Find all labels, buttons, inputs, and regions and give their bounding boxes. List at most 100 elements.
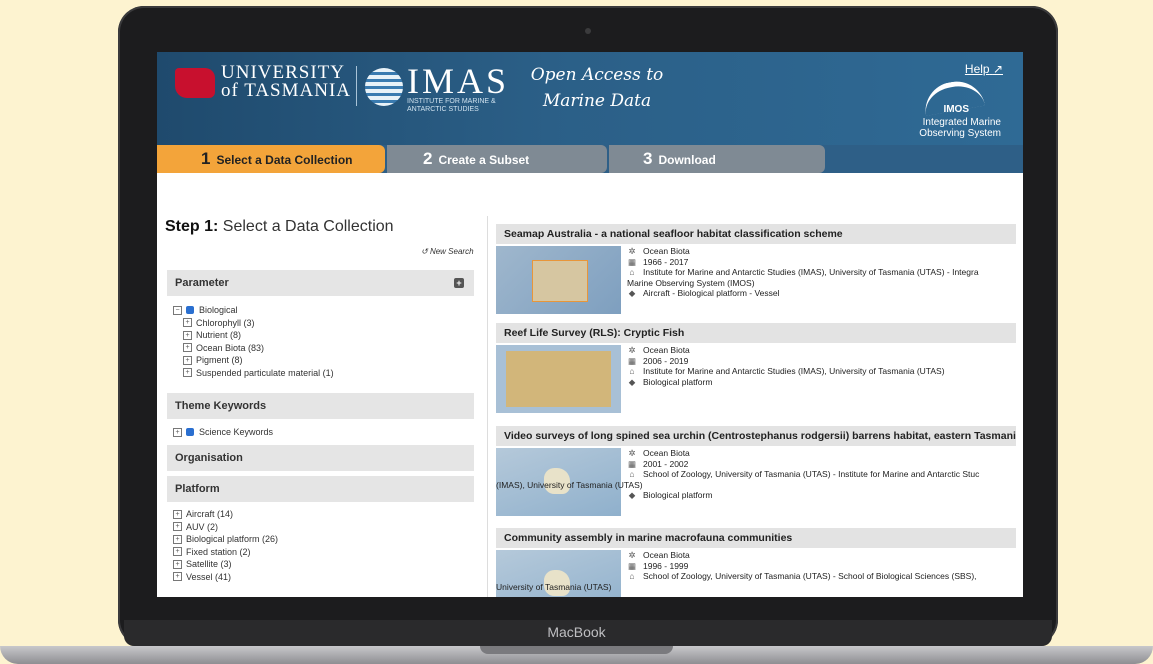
imos-name: IMOS	[943, 104, 969, 115]
facet-header-theme[interactable]: Theme Keywords	[167, 393, 474, 419]
meta-platform: Aircraft - Biological platform - Vessel	[643, 288, 780, 298]
utas-lion-logo-icon	[175, 68, 215, 98]
expand-icon[interactable]: +	[183, 355, 192, 365]
meta-org-cont: University of Tasmania (UTAS)	[496, 581, 612, 592]
result-card[interactable]: Video surveys of long spined sea urchin …	[496, 426, 1016, 516]
parameter-tree: − Biological + Chlorophyll (3) + Nutrient (…	[173, 304, 334, 379]
expand-icon[interactable]: +	[183, 330, 192, 340]
facet-header-parameter[interactable]: Parameter +	[167, 270, 474, 296]
help-link[interactable]: Help ↗	[965, 62, 1003, 76]
site-header: UNIVERSITY of TASMANIA IMAS INSTITUTE FO…	[157, 52, 1023, 145]
imos-logo: IMOS Integrated Marine Observing System	[903, 77, 1013, 144]
tree-label: Biological	[199, 305, 238, 315]
site-tagline: Open Access to Marine Data	[530, 65, 664, 111]
imos-full-name: Integrated Marine Observing System	[919, 117, 1001, 139]
tree-label: Pigment (8)	[196, 355, 243, 365]
expand-icon[interactable]: +	[183, 343, 192, 353]
meta-parameter: Ocean Biota	[643, 448, 690, 458]
step-label: Download	[658, 153, 716, 167]
expand-icon[interactable]: +	[173, 534, 182, 544]
gear-icon: ✲	[628, 345, 636, 355]
new-search-link[interactable]: ↺ New Search	[421, 247, 474, 256]
tree-item[interactable]: + Suspended particulate material (1)	[173, 367, 334, 380]
tree-item[interactable]: + Pigment (8)	[173, 354, 334, 367]
tree-item[interactable]: + AUV (2)	[173, 521, 278, 534]
platform-tree: + Aircraft (14) + AUV (2) + Biological plat…	[173, 508, 278, 583]
institution-icon: ⌂	[629, 267, 635, 277]
expand-icon[interactable]: +	[173, 522, 182, 532]
meta-platform: Biological platform	[643, 490, 713, 500]
device-brand-label: MacBook	[547, 624, 606, 640]
meta-platform: Biological platform	[643, 376, 713, 387]
logo-divider	[356, 66, 357, 106]
expand-icon[interactable]: +	[183, 368, 192, 378]
step-tab-3[interactable]: 3 Download	[609, 145, 825, 173]
result-title-link[interactable]: Seamap Australia - a national seafloor h…	[496, 224, 1016, 244]
tree-label: Fixed station (2)	[186, 546, 251, 557]
results-list: Seamap Australia - a national seafloor h…	[487, 216, 1023, 597]
meta-parameter: Ocean Biota	[643, 345, 690, 355]
expand-icon[interactable]: +	[173, 509, 182, 519]
institution-icon: ⌂	[629, 571, 635, 581]
meta-parameter: Ocean Biota	[643, 550, 690, 560]
meta-dates: 1966 - 2017	[643, 256, 689, 267]
tree-label: Science Keywords	[199, 427, 274, 437]
facet-title: Platform	[175, 483, 220, 495]
expand-icon[interactable]: +	[173, 427, 182, 437]
result-meta: ✲ Ocean Biota ▦ 1966 - 2017 ⌂ Institute for…	[627, 246, 1017, 299]
facet-header-organisation[interactable]: Organisation	[167, 445, 474, 471]
tree-item-science-keywords[interactable]: + Science Keywords	[173, 426, 273, 439]
result-card[interactable]: Seamap Australia - a national seafloor h…	[496, 224, 1016, 314]
facet-title: Theme Keywords	[175, 400, 267, 412]
calendar-icon: ▦	[627, 560, 637, 571]
result-title-link[interactable]: Community assembly in marine macrofauna …	[496, 528, 1016, 548]
expand-icon[interactable]: +	[183, 318, 192, 328]
expand-icon[interactable]: +	[173, 559, 182, 569]
institution-icon: ⌂	[629, 469, 635, 479]
meta-org-cont: Marine Observing System (IMOS)	[627, 277, 755, 288]
tree-item-biological[interactable]: − Biological	[173, 304, 334, 317]
gear-icon: ✲	[628, 448, 636, 458]
meta-org: School of Zoology, University of Tasmani…	[643, 469, 980, 479]
tree-label: Vessel (41)	[186, 571, 232, 582]
external-link-icon: ↗	[992, 62, 1003, 76]
browser-screen: UNIVERSITY of TASMANIA IMAS INSTITUTE FO…	[157, 52, 1023, 597]
tag-icon: ◆	[628, 376, 636, 387]
expand-plus-icon[interactable]: +	[454, 278, 464, 288]
tree-item[interactable]: + Vessel (41)	[173, 571, 278, 584]
institution-icon: ⌂	[629, 366, 635, 376]
tree-item[interactable]: + Ocean Biota (83)	[173, 342, 334, 355]
map-extent	[506, 351, 611, 407]
facet-title: Parameter	[175, 277, 229, 289]
tree-item[interactable]: + Aircraft (14)	[173, 508, 278, 521]
meta-org-cont: (IMAS), University of Tasmania (UTAS)	[496, 479, 643, 490]
result-title-link[interactable]: Video surveys of long spined sea urchin …	[496, 426, 1016, 446]
meta-org: Institute for Marine and Antarctic Studi…	[643, 366, 945, 376]
calendar-icon: ▦	[627, 458, 637, 469]
tree-label: Satellite (3)	[186, 559, 232, 569]
camera	[585, 28, 591, 34]
tree-item[interactable]: + Fixed station (2)	[173, 546, 278, 559]
tree-label: Aircraft (14)	[186, 509, 234, 519]
expand-icon[interactable]: +	[173, 547, 182, 557]
step-tab-2[interactable]: 2 Create a Subset	[387, 145, 607, 173]
step-tab-1[interactable]: 1 Select a Data Collection	[157, 145, 385, 173]
gear-icon: ✲	[628, 246, 636, 256]
step-title-text: Select a Data Collection	[222, 218, 394, 235]
result-card[interactable]: Community assembly in marine macrofauna …	[496, 528, 1016, 597]
tree-item[interactable]: + Chlorophyll (3)	[173, 317, 334, 330]
gear-icon: ✲	[628, 550, 636, 560]
calendar-icon: ▦	[627, 256, 637, 267]
imas-logo-icon	[365, 68, 403, 106]
tree-item[interactable]: + Satellite (3)	[173, 558, 278, 571]
result-map-thumbnail[interactable]	[496, 345, 621, 413]
facet-header-platform[interactable]: Platform	[167, 476, 474, 502]
result-title-link[interactable]: Reef Life Survey (RLS): Cryptic Fish	[496, 323, 1016, 343]
expand-icon[interactable]: +	[173, 572, 182, 582]
checkbox-checked[interactable]	[186, 428, 194, 437]
tree-item[interactable]: + Biological platform (26)	[173, 533, 278, 546]
result-card[interactable]: Reef Life Survey (RLS): Cryptic Fish ✲ Oc…	[496, 323, 1016, 413]
collapse-icon[interactable]: −	[173, 305, 182, 315]
tree-item[interactable]: + Nutrient (8)	[173, 329, 334, 342]
checkbox-checked[interactable]	[186, 306, 194, 315]
